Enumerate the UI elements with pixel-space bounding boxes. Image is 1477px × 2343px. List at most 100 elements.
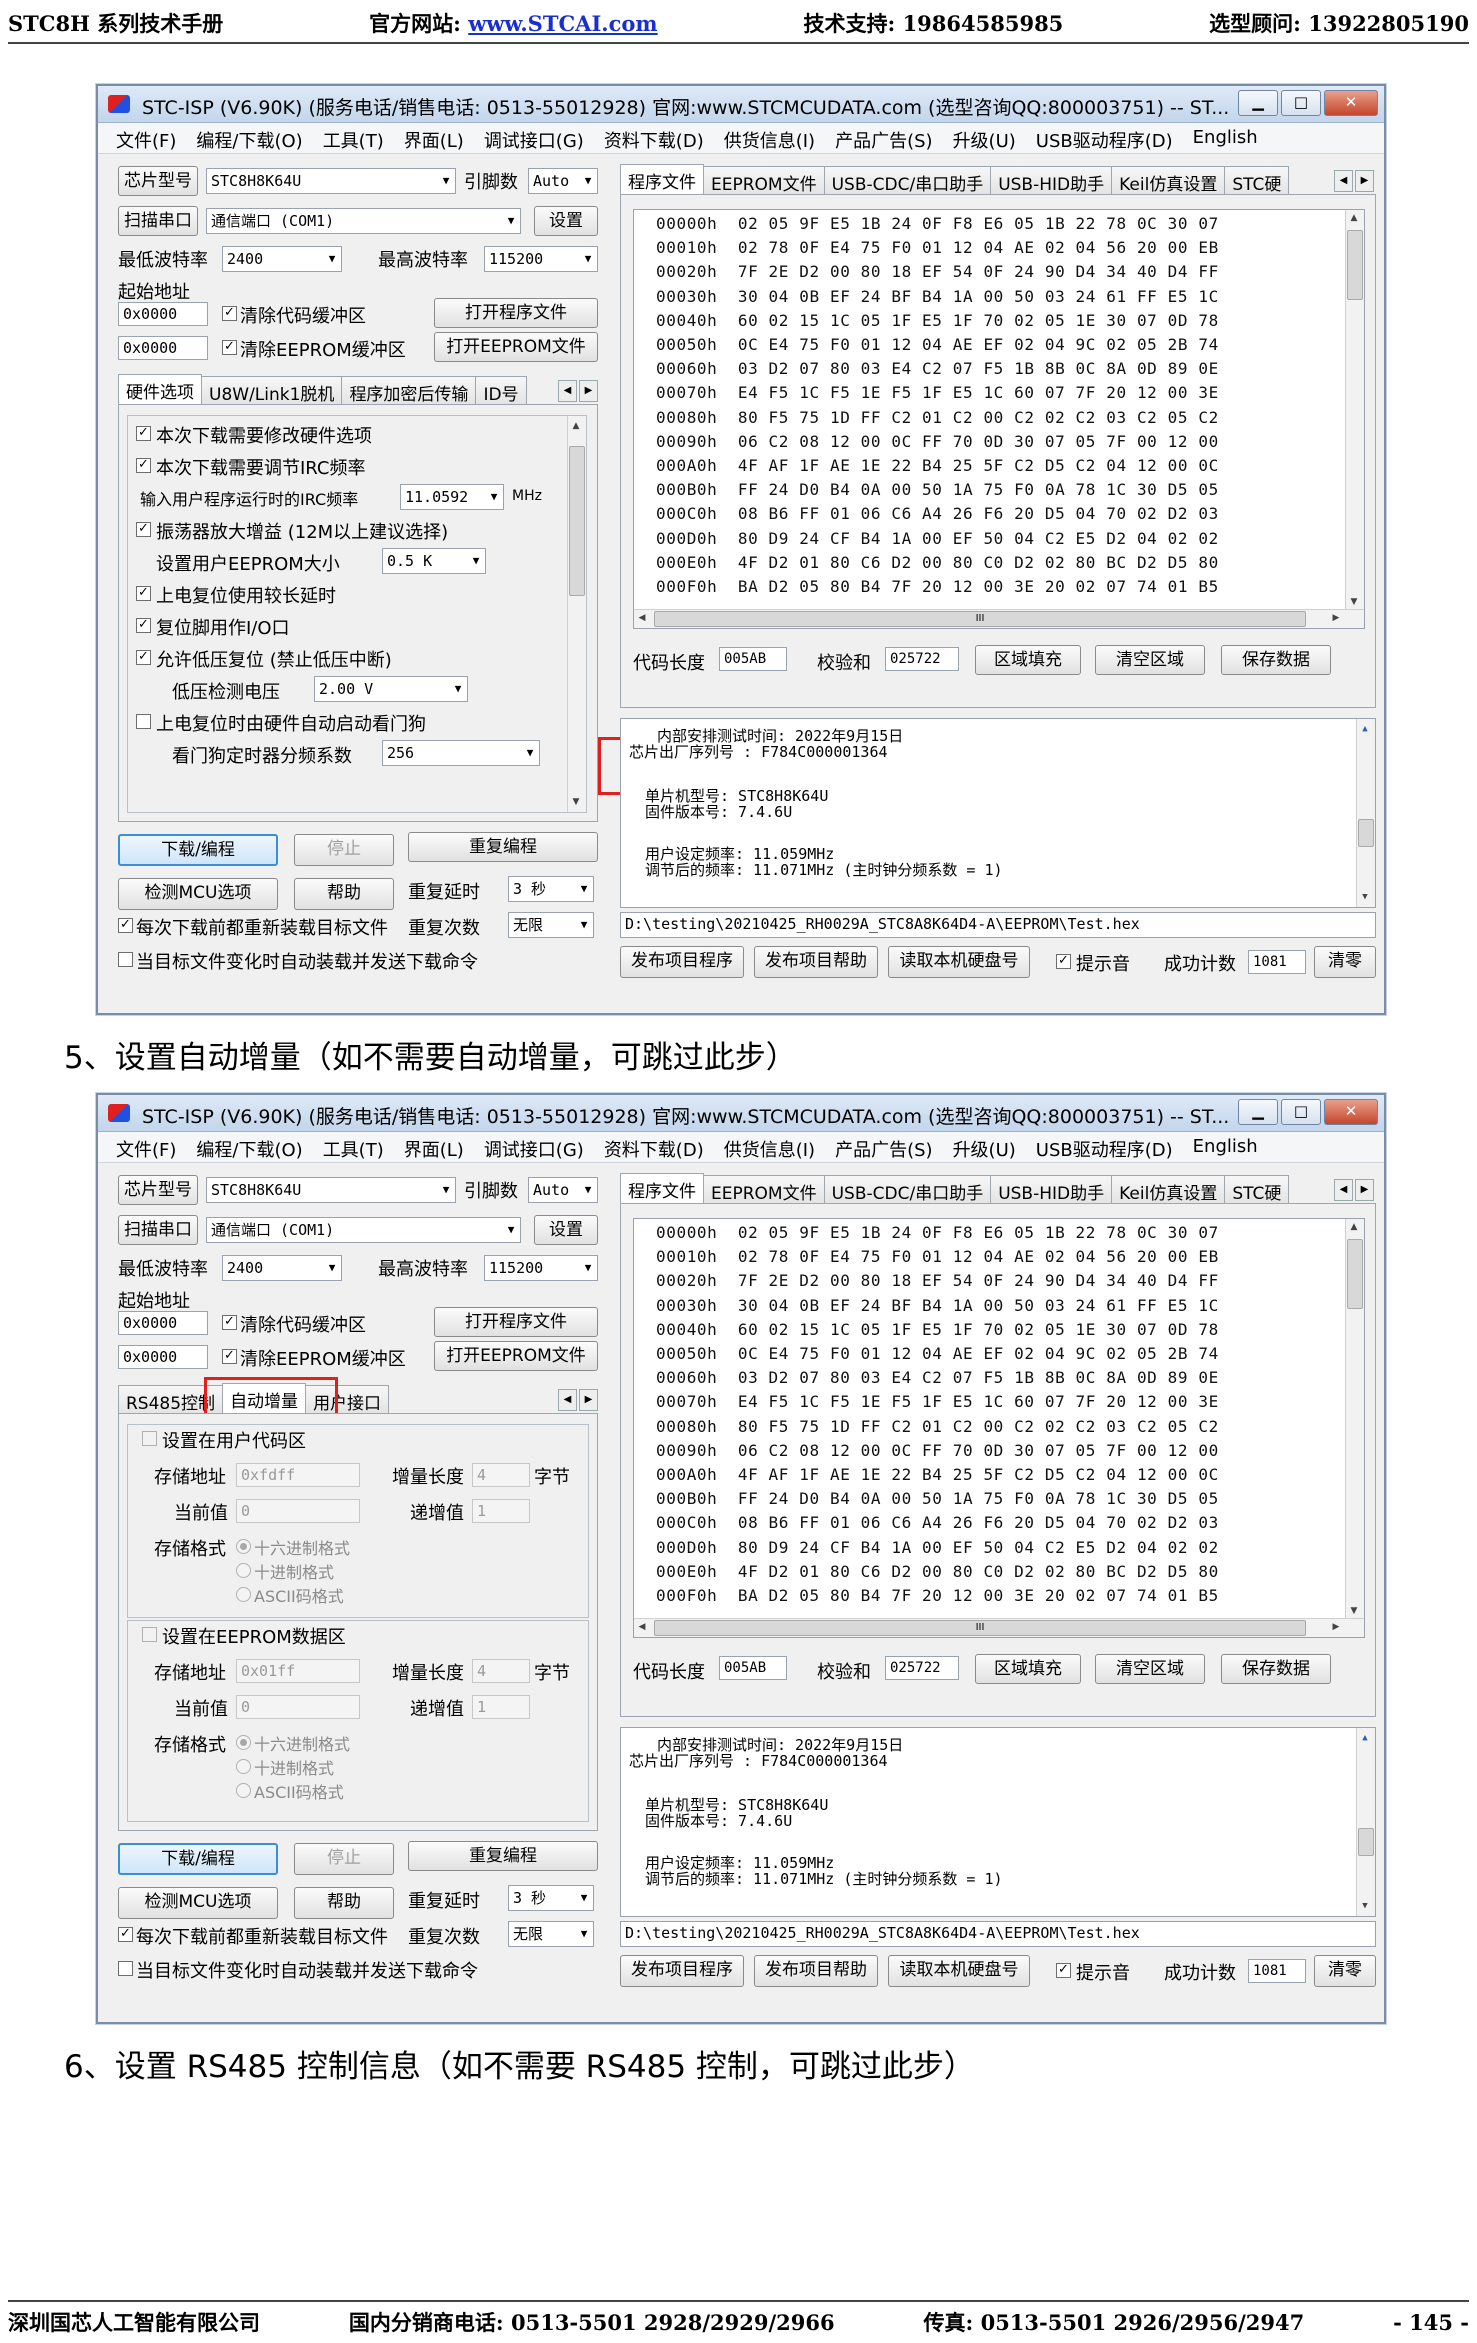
- log-vscroll[interactable]: ▲ ▼: [1356, 719, 1375, 907]
- tab-u8w-offline[interactable]: U8W/Link1脱机: [201, 376, 343, 405]
- menu-ads[interactable]: 产品广告(S): [825, 123, 942, 153]
- settings-button[interactable]: 设置: [534, 1215, 598, 1245]
- sound-checkbox[interactable]: ✓: [1056, 954, 1071, 969]
- chip-type-button[interactable]: 芯片型号: [118, 1175, 198, 1205]
- help-button[interactable]: 帮助: [294, 1887, 394, 1919]
- download-program-button[interactable]: 下载/编程: [118, 1843, 278, 1875]
- open-program-file-button[interactable]: 打开程序文件: [434, 298, 598, 328]
- auto-send-checkbox[interactable]: [118, 952, 133, 967]
- menu-supply[interactable]: 供货信息(I): [714, 123, 825, 153]
- tab-program-file[interactable]: 程序文件: [620, 1173, 704, 1203]
- chip-type-select[interactable]: STC8H8K64U ▼: [206, 1177, 456, 1203]
- hex-hscroll-thumb[interactable]: III: [654, 611, 1306, 627]
- clear-count-button[interactable]: 清零: [1314, 1955, 1376, 1987]
- hex-vscroll[interactable]: ▲ ▼: [1345, 1219, 1364, 1619]
- menu-ads[interactable]: 产品广告(S): [825, 1132, 942, 1162]
- tab-scroll-right-icon[interactable]: ▶: [579, 1389, 598, 1411]
- hex-view[interactable]: 00000h 02 05 9F E5 1B 24 0F F8 E6 05 1B …: [633, 209, 1365, 629]
- save-data-button[interactable]: 保存数据: [1221, 1654, 1331, 1684]
- log-vscroll[interactable]: ▲ ▼: [1356, 1728, 1375, 1916]
- close-icon[interactable]: ✕: [1324, 1099, 1378, 1125]
- menu-docs[interactable]: 资料下载(D): [594, 1132, 714, 1162]
- scroll-down-icon[interactable]: ▼: [1357, 889, 1373, 905]
- code-step-field[interactable]: 1: [472, 1499, 530, 1523]
- wdt-auto-start-checkbox[interactable]: [136, 714, 151, 729]
- options-vscroll[interactable]: ▲ ▼: [567, 416, 586, 812]
- minimize-icon[interactable]: ▁: [1238, 1099, 1278, 1125]
- tab-scroll-left-icon[interactable]: ◀: [1334, 1179, 1353, 1201]
- scroll-left-icon[interactable]: ◀: [634, 1619, 650, 1635]
- code-format-ascii-radio[interactable]: [236, 1587, 251, 1602]
- tab-usb-hid[interactable]: USB-HID助手: [990, 166, 1113, 195]
- eeprom-format-ascii-radio[interactable]: [236, 1783, 251, 1798]
- file-path-field[interactable]: D:\testing\20210425_RH0029A_STC8A8K64D4-…: [620, 912, 1376, 938]
- code-current-field[interactable]: 0: [236, 1499, 360, 1523]
- menu-interface[interactable]: 界面(L): [394, 123, 474, 153]
- hex-hscroll[interactable]: ◀ III ▶: [634, 609, 1364, 628]
- eeprom-format-hex-radio[interactable]: [236, 1735, 251, 1750]
- tab-scroll-left-icon[interactable]: ◀: [1334, 170, 1353, 192]
- tab-keil-sim[interactable]: Keil仿真设置: [1111, 166, 1226, 195]
- scan-port-button[interactable]: 扫描串口: [118, 1215, 198, 1245]
- scroll-up-icon[interactable]: ▲: [568, 418, 584, 434]
- tab-usb-cdc[interactable]: USB-CDC/串口助手: [823, 1175, 992, 1204]
- scroll-up-icon[interactable]: ▲: [1357, 1730, 1373, 1746]
- retry-delay-select[interactable]: 3 秒 ▼: [508, 876, 594, 902]
- menu-debug[interactable]: 调试接口(G): [474, 1132, 594, 1162]
- menu-english[interactable]: English: [1183, 123, 1268, 153]
- scroll-up-icon[interactable]: ▲: [1346, 1219, 1362, 1235]
- menu-usb-driver[interactable]: USB驱动程序(D): [1026, 1132, 1183, 1162]
- retry-delay-select[interactable]: 3 秒 ▼: [508, 1885, 594, 1911]
- tab-id-number[interactable]: ID号: [475, 376, 527, 405]
- hex-vscroll[interactable]: ▲ ▼: [1345, 210, 1364, 610]
- scroll-right-icon[interactable]: ▶: [1328, 1619, 1344, 1635]
- menu-file[interactable]: 文件(F): [106, 123, 186, 153]
- options-vscroll-thumb[interactable]: [569, 446, 585, 596]
- clear-code-checkbox[interactable]: ✓: [222, 1315, 237, 1330]
- menu-debug[interactable]: 调试接口(G): [474, 123, 594, 153]
- hex-hscroll-thumb[interactable]: III: [654, 1620, 1306, 1636]
- publish-project-button[interactable]: 发布项目程序: [620, 946, 744, 978]
- tab-stc-hw[interactable]: STC硬: [1224, 166, 1290, 195]
- scroll-right-icon[interactable]: ▶: [1328, 610, 1344, 626]
- sound-checkbox[interactable]: ✓: [1056, 1963, 1071, 1978]
- read-disk-id-button[interactable]: 读取本机硬盘号: [888, 946, 1030, 978]
- auto-send-checkbox[interactable]: [118, 1961, 133, 1976]
- save-data-button[interactable]: 保存数据: [1221, 645, 1331, 675]
- retry-count-select[interactable]: 无限 ▼: [508, 912, 594, 938]
- file-path-field[interactable]: D:\testing\20210425_RH0029A_STC8A8K64D4-…: [620, 1921, 1376, 1947]
- open-program-file-button[interactable]: 打开程序文件: [434, 1307, 598, 1337]
- menu-english[interactable]: English: [1183, 1132, 1268, 1162]
- settings-button[interactable]: 设置: [534, 206, 598, 236]
- maximize-icon[interactable]: □: [1281, 90, 1321, 116]
- hex-hscroll[interactable]: ◀ III ▶: [634, 1618, 1364, 1637]
- eeprom-start-address[interactable]: 0x0000: [118, 1345, 208, 1369]
- scan-port-button[interactable]: 扫描串口: [118, 206, 198, 236]
- tab-hardware-options[interactable]: 硬件选项: [118, 374, 202, 404]
- publish-help-button[interactable]: 发布项目帮助: [754, 1955, 878, 1987]
- tab-encrypted-transfer[interactable]: 程序加密后传输: [341, 376, 477, 405]
- tab-scroll-right-icon[interactable]: ▶: [1355, 1179, 1374, 1201]
- menu-upgrade[interactable]: 升级(U): [943, 1132, 1026, 1162]
- scroll-down-icon[interactable]: ▼: [1357, 1898, 1373, 1914]
- wdt-divider-select[interactable]: 256 ▼: [382, 740, 540, 766]
- log-vscroll-thumb[interactable]: [1358, 1828, 1374, 1856]
- clear-code-checkbox[interactable]: ✓: [222, 306, 237, 321]
- pins-select[interactable]: Auto ▼: [528, 1177, 598, 1203]
- eeprom-inc-len-field[interactable]: 4: [472, 1659, 530, 1683]
- chip-type-select[interactable]: STC8H8K64U ▼: [206, 168, 456, 194]
- tab-scroll-right-icon[interactable]: ▶: [1355, 170, 1374, 192]
- detect-mcu-button[interactable]: 检测MCU选项: [118, 878, 278, 910]
- reload-file-checkbox[interactable]: ✓: [118, 918, 133, 933]
- minimize-icon[interactable]: ▁: [1238, 90, 1278, 116]
- menu-tools[interactable]: 工具(T): [313, 123, 394, 153]
- hex-view[interactable]: 00000h 02 05 9F E5 1B 24 0F F8 E6 05 1B …: [633, 1218, 1365, 1638]
- reload-file-checkbox[interactable]: ✓: [118, 1927, 133, 1942]
- scroll-down-icon[interactable]: ▼: [568, 794, 584, 810]
- code-start-address[interactable]: 0x0000: [118, 1311, 208, 1335]
- open-eeprom-file-button[interactable]: 打开EEPROM文件: [434, 1341, 598, 1371]
- menu-interface[interactable]: 界面(L): [394, 1132, 474, 1162]
- tab-program-file[interactable]: 程序文件: [620, 164, 704, 194]
- min-baud-select[interactable]: 2400 ▼: [222, 246, 342, 272]
- tab-usb-cdc[interactable]: USB-CDC/串口助手: [823, 166, 992, 195]
